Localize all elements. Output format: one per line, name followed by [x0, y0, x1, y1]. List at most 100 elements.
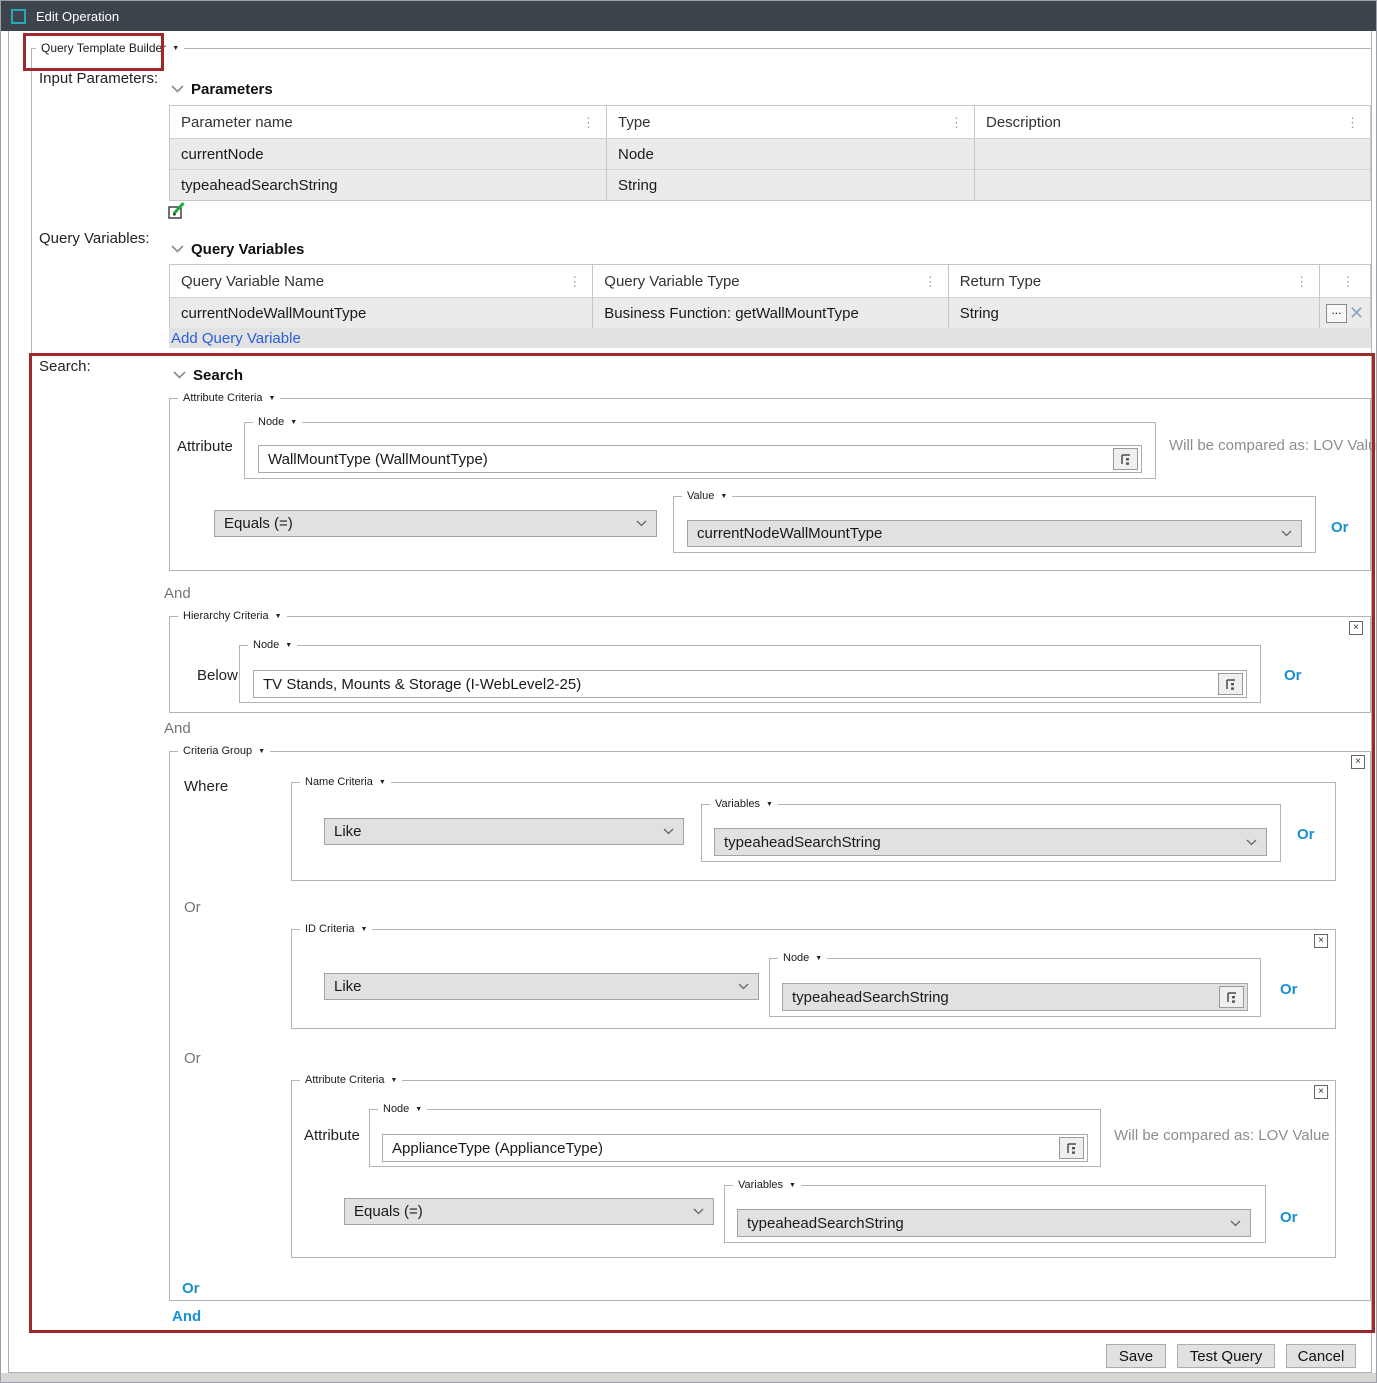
or-add-link[interactable]: Or [1280, 981, 1298, 998]
node-dropdown[interactable]: Node ▼ [778, 950, 827, 966]
save-button[interactable]: Save [1106, 1344, 1166, 1368]
node-dropdown[interactable]: Node ▼ [253, 414, 302, 430]
or-add-link[interactable]: Or [1280, 1209, 1298, 1226]
col-description: Description⋮ [975, 106, 1370, 138]
parameters-section-toggle[interactable]: Parameters [171, 80, 273, 98]
query-variables-section-title: Query Variables [191, 241, 304, 258]
cell-parameter-name: typeaheadSearchString [170, 169, 607, 200]
hierarchy-criteria-dropdown[interactable]: Hierarchy Criteria ▼ [178, 608, 287, 624]
or-add-link[interactable]: Or [1284, 667, 1302, 684]
chevron-down-icon [1281, 530, 1292, 537]
chevron-down-icon [738, 983, 749, 990]
col-type: Type⋮ [607, 106, 975, 138]
remove-criteria-icon[interactable]: × [1314, 1085, 1328, 1099]
dropdown-caret-icon: ▼ [390, 1077, 397, 1084]
chevron-down-icon [1230, 1220, 1241, 1227]
dropdown-caret-icon: ▼ [815, 955, 822, 962]
tree-picker-icon[interactable] [1059, 1137, 1084, 1159]
column-menu-icon[interactable]: ⋮ [1289, 275, 1308, 288]
edit-variable-button[interactable]: ... [1326, 304, 1347, 323]
column-menu-icon[interactable]: ⋮ [944, 116, 963, 129]
col-return-type: Return Type⋮ [949, 265, 1320, 297]
column-menu-icon[interactable]: ⋮ [1336, 275, 1355, 288]
hierarchy-node-picker[interactable]: TV Stands, Mounts & Storage (I-WebLevel2… [253, 670, 1247, 698]
cell-variable-name: currentNodeWallMountType [170, 297, 593, 328]
table-row[interactable]: typeaheadSearchString String [170, 169, 1370, 200]
attribute-node-picker[interactable]: WallMountType (WallMountType) [258, 445, 1142, 473]
add-query-variable-link[interactable]: Add Query Variable [169, 330, 301, 347]
query-template-builder-dropdown[interactable]: Query Template Builder ▼ [36, 40, 184, 56]
and-connector: And [164, 720, 191, 737]
operator-select[interactable]: Like [324, 973, 759, 1000]
attribute-criteria-dropdown[interactable]: Attribute Criteria ▼ [300, 1072, 402, 1088]
dropdown-caret-icon: ▼ [172, 45, 179, 52]
dropdown-caret-icon: ▼ [290, 419, 297, 426]
remove-criteria-icon[interactable]: × [1314, 934, 1328, 948]
operator-select[interactable]: Like [324, 818, 684, 845]
chevron-down-icon [693, 1208, 704, 1215]
edit-operation-dialog: Edit Operation Query Template Builder ▼ … [0, 0, 1377, 1383]
table-row[interactable]: currentNode Node [170, 138, 1370, 169]
query-variables-section-toggle[interactable]: Query Variables [171, 240, 304, 258]
attribute-label: Attribute [177, 438, 233, 455]
node-dropdown[interactable]: Node ▼ [378, 1101, 427, 1117]
input-parameters-label: Input Parameters: [39, 70, 158, 87]
attribute-criteria-dropdown[interactable]: Attribute Criteria ▼ [178, 390, 280, 406]
tree-picker-icon[interactable] [1218, 673, 1243, 695]
cancel-button[interactable]: Cancel [1286, 1344, 1356, 1368]
col-parameter-name: Parameter name⋮ [170, 106, 607, 138]
cell-return-type: String [949, 297, 1320, 328]
chevron-down-icon [171, 240, 184, 258]
cell-actions: ... ✕ [1320, 297, 1370, 328]
chevron-down-icon [173, 366, 186, 384]
search-section-toggle[interactable]: Search [173, 366, 243, 384]
or-add-link[interactable]: Or [1297, 826, 1315, 843]
variable-select[interactable]: typeaheadSearchString [737, 1209, 1251, 1237]
dropdown-caret-icon: ▼ [361, 926, 368, 933]
cell-type: Node [607, 138, 975, 169]
compare-note: Will be compared as: LOV Value [1114, 1127, 1330, 1144]
add-query-variable-row: Add Query Variable [169, 328, 1371, 348]
variables-dropdown[interactable]: Variables ▼ [710, 796, 778, 812]
dropdown-caret-icon: ▼ [285, 642, 292, 649]
value-select[interactable]: currentNodeWallMountType [687, 520, 1302, 547]
or-add-link[interactable]: Or [1331, 519, 1349, 536]
delete-variable-icon[interactable]: ✕ [1349, 304, 1364, 322]
chevron-down-icon [1246, 839, 1257, 846]
and-connector: And [164, 585, 191, 602]
dropdown-caret-icon: ▼ [268, 395, 275, 402]
window-bottom-strip [1, 1373, 1377, 1383]
query-variables-header-row: Query Variable Name⋮ Query Variable Type… [170, 265, 1370, 297]
query-variables-table: Query Variable Name⋮ Query Variable Type… [169, 264, 1371, 329]
or-add-criteria-link[interactable]: Or [182, 1280, 200, 1297]
name-criteria-dropdown[interactable]: Name Criteria ▼ [300, 774, 391, 790]
remove-criteria-icon[interactable]: × [1349, 621, 1363, 635]
id-criteria-dropdown[interactable]: ID Criteria ▼ [300, 921, 372, 937]
column-menu-icon[interactable]: ⋮ [562, 275, 581, 288]
remove-criteria-icon[interactable]: × [1351, 755, 1365, 769]
operator-select[interactable]: Equals (=) [214, 510, 657, 537]
dropdown-caret-icon: ▼ [720, 493, 727, 500]
and-add-criteria-link[interactable]: And [172, 1308, 201, 1325]
table-row[interactable]: currentNodeWallMountType Business Functi… [170, 297, 1370, 328]
node-dropdown[interactable]: Node ▼ [248, 637, 297, 653]
id-node-picker[interactable]: typeaheadSearchString [782, 983, 1248, 1011]
column-menu-icon[interactable]: ⋮ [1340, 116, 1359, 129]
cell-description [975, 138, 1370, 169]
variable-select[interactable]: typeaheadSearchString [714, 828, 1267, 856]
edit-parameters-icon[interactable] [167, 201, 186, 225]
cell-type: String [607, 169, 975, 200]
dropdown-caret-icon: ▼ [379, 779, 386, 786]
operator-select[interactable]: Equals (=) [344, 1198, 714, 1225]
attribute-node-picker[interactable]: ApplianceType (ApplianceType) [382, 1134, 1088, 1162]
tree-picker-icon[interactable] [1219, 986, 1244, 1008]
value-dropdown[interactable]: Value ▼ [682, 488, 732, 504]
criteria-group-dropdown[interactable]: Criteria Group ▼ [178, 743, 270, 759]
tree-picker-icon[interactable] [1113, 448, 1138, 470]
column-menu-icon[interactable]: ⋮ [918, 275, 937, 288]
parameters-header-row: Parameter name⋮ Type⋮ Description⋮ [170, 106, 1370, 138]
test-query-button[interactable]: Test Query [1177, 1344, 1275, 1368]
variables-dropdown[interactable]: Variables ▼ [733, 1177, 801, 1193]
dropdown-caret-icon: ▼ [766, 801, 773, 808]
column-menu-icon[interactable]: ⋮ [576, 116, 595, 129]
